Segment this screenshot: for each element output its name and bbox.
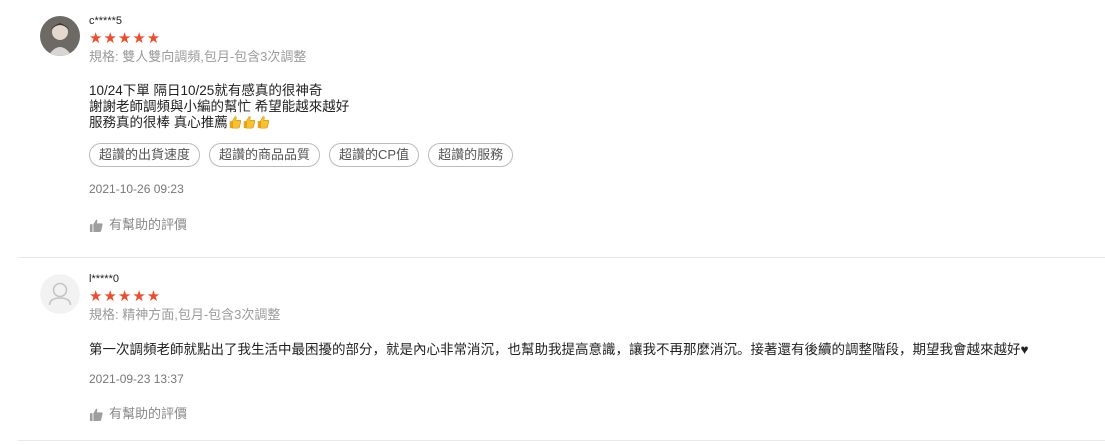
avatar[interactable] bbox=[40, 274, 80, 314]
review-tag[interactable]: 超讚的服務 bbox=[428, 143, 514, 167]
review-date: 2021-09-23 13:37 bbox=[89, 372, 184, 386]
product-spec: 規格: 精神方面,包月-包含3次調整 bbox=[89, 307, 281, 322]
helpful-button[interactable]: 有幫助的評價 bbox=[89, 406, 1105, 422]
review-line: 服務真的很棒 真心推薦 bbox=[89, 115, 228, 130]
thumbs-up-emoji-icon bbox=[229, 116, 241, 129]
review-line-with-emoji: 服務真的很棒 真心推薦 bbox=[89, 115, 1105, 131]
avatar[interactable] bbox=[40, 16, 80, 56]
review-line: 第一次調頻老師就點出了我生活中最困擾的部分，就是內心非常消沉，也幫助我提高意識，… bbox=[89, 342, 1029, 357]
review-tags: 超讚的出貨速度 超讚的商品品質 超讚的CP值 超讚的服務 bbox=[89, 143, 1105, 167]
helpful-button[interactable]: 有幫助的評價 bbox=[89, 217, 1105, 233]
username: l*****0 bbox=[89, 273, 119, 285]
thumbs-up-emoji-icon bbox=[243, 116, 255, 129]
helpful-label: 有幫助的評價 bbox=[109, 406, 188, 421]
helpful-label: 有幫助的評價 bbox=[109, 217, 188, 232]
product-spec: 規格: 雙人雙向調頻,包月-包含3次調整 bbox=[89, 49, 307, 64]
review-tag[interactable]: 超讚的出貨速度 bbox=[89, 143, 201, 167]
review-date: 2021-10-26 09:23 bbox=[89, 182, 184, 196]
star-icon: ★★★★★ bbox=[89, 288, 162, 305]
review-item: l*****0 ★★★★★ 規格: 精神方面,包月-包含3次調整 第一次調頻老師… bbox=[18, 258, 1105, 441]
review-content: 10/24下單 隔日10/25就有感真的很神奇 謝謝老師調頻與小編的幫忙 希望能… bbox=[89, 83, 1105, 131]
review-tag[interactable]: 超讚的商品品質 bbox=[209, 143, 321, 167]
review-line: 謝謝老師調頻與小編的幫忙 希望能越來越好 bbox=[89, 99, 350, 114]
review-tag[interactable]: 超讚的CP值 bbox=[329, 143, 420, 167]
review-line: 10/24下單 隔日10/25就有感真的很神奇 bbox=[89, 83, 323, 98]
thumbs-up-icon bbox=[89, 408, 103, 421]
thumbs-up-icon bbox=[89, 219, 103, 232]
thumbs-up-emoji-icon bbox=[257, 116, 269, 129]
star-icon: ★★★★★ bbox=[89, 30, 162, 47]
star-rating: ★★★★★ bbox=[89, 289, 1105, 305]
review-item: c*****5 ★★★★★ 規格: 雙人雙向調頻,包月-包含3次調整 10/24… bbox=[18, 0, 1105, 258]
username: c*****5 bbox=[89, 15, 123, 27]
review-content: 第一次調頻老師就點出了我生活中最困擾的部分，就是內心非常消沉，也幫助我提高意識，… bbox=[89, 342, 1105, 358]
star-rating: ★★★★★ bbox=[89, 31, 1105, 47]
